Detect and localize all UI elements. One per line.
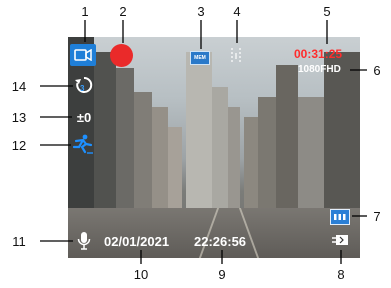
- callout-11: 11: [12, 234, 26, 249]
- callout-3: 3: [197, 4, 205, 19]
- callout-8: 8: [337, 267, 345, 282]
- callout-10: 10: [133, 267, 149, 282]
- callout-6: 6: [373, 63, 381, 78]
- callout-4: 4: [233, 4, 241, 19]
- callout-5: 5: [323, 4, 331, 19]
- callout-13: 13: [11, 110, 27, 125]
- callout-9: 9: [218, 267, 226, 282]
- callout-12: 12: [11, 138, 27, 153]
- callout-lines: [40, 20, 367, 264]
- callout-14: 14: [11, 79, 27, 94]
- callout-2: 2: [119, 4, 127, 19]
- callout-7: 7: [373, 209, 381, 224]
- callout-1: 1: [81, 4, 89, 19]
